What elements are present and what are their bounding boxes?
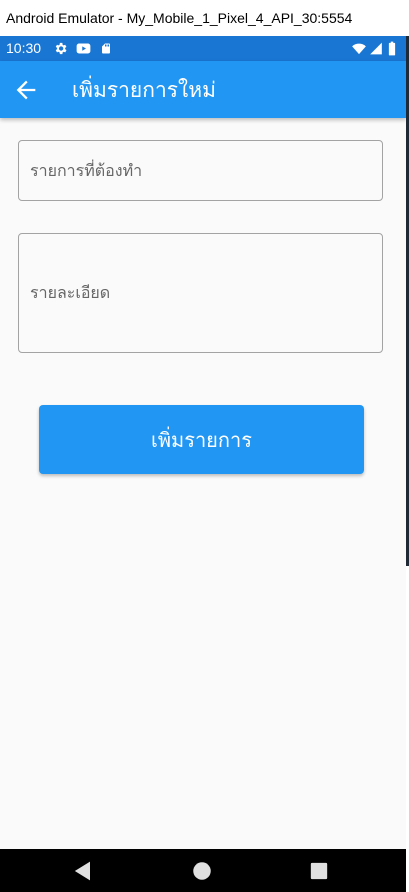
status-bar: 10:30 [0,36,406,61]
recents-square-icon[interactable] [305,857,333,885]
battery-icon [388,41,396,56]
todo-title-input[interactable] [19,141,382,200]
cell-signal-icon [370,42,382,55]
system-nav-bar [0,849,406,892]
add-item-button[interactable]: เพิ่มรายการ [39,405,364,474]
todo-title-field [18,140,383,201]
home-circle-icon[interactable] [188,857,216,885]
youtube-icon [76,43,91,54]
page-title: เพิ่มรายการใหม่ [72,78,216,102]
todo-detail-field [18,233,383,353]
emulator-window: Android Emulator - My_Mobile_1_Pixel_4_A… [0,0,409,892]
arrow-left-icon[interactable] [12,76,40,104]
back-triangle-icon[interactable] [69,857,97,885]
app-bar: เพิ่มรายการใหม่ [0,61,406,118]
gear-icon [55,42,67,55]
sd-card-icon [102,43,110,54]
window-title: Android Emulator - My_Mobile_1_Pixel_4_A… [0,0,409,36]
status-time: 10:30 [6,40,42,56]
todo-detail-input[interactable] [19,282,382,304]
wifi-icon [352,43,366,55]
device-screen: 10:30 เพิ่มรายการใหม่ รายการที่ต้องทำ รา… [0,36,406,892]
